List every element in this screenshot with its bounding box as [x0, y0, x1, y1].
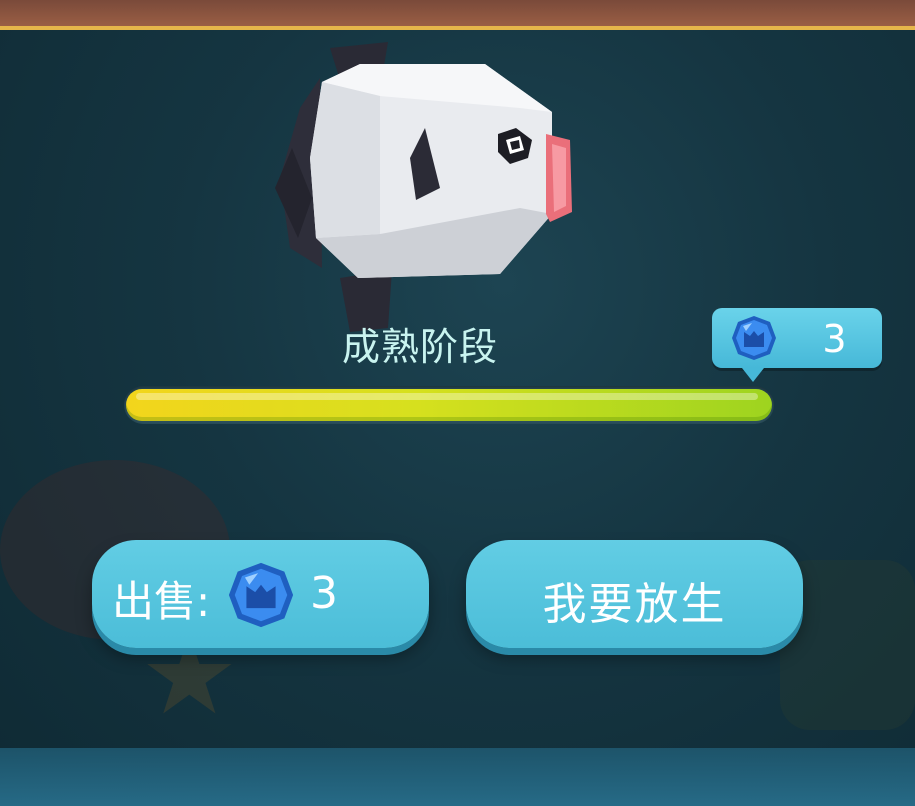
sunfish-icon	[275, 42, 572, 332]
reward-value: 3	[822, 317, 847, 361]
release-button[interactable]: 我要放生	[466, 540, 803, 648]
sell-button-label: 出售:	[112, 577, 211, 626]
release-button-label: 我要放生	[542, 579, 727, 630]
sell-button[interactable]: 出售: 3	[92, 540, 429, 648]
sell-price: 3	[310, 568, 338, 619]
reward-tooltip: 3	[712, 308, 882, 382]
top-frame	[0, 0, 915, 30]
blue-gem-icon	[228, 562, 294, 628]
growth-stage-label: 成熟阶段	[341, 325, 498, 369]
growth-progress-shine	[136, 393, 758, 400]
water-surface-band	[0, 748, 915, 806]
blue-gem-icon	[732, 316, 776, 360]
game-scene: ★ 成熟阶段 3 出售: 3 我要放生	[0, 0, 915, 806]
growth-progress-bar	[124, 386, 774, 424]
